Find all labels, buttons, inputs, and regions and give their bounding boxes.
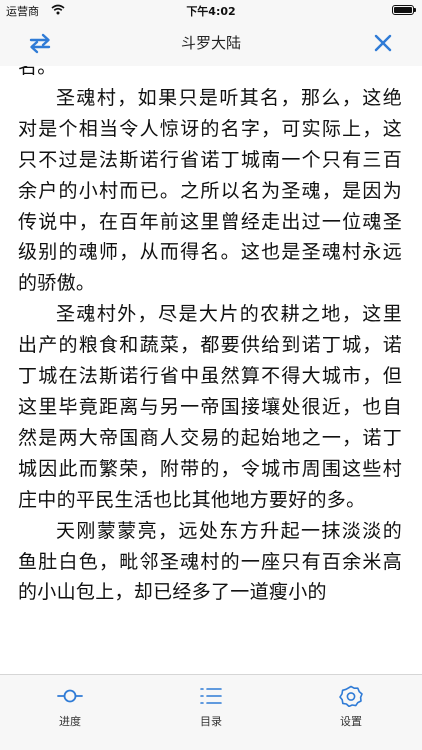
nav-bar: 斗罗大陆 (0, 20, 422, 66)
text-fragment: 名。 (18, 66, 57, 78)
progress-slider-icon (57, 685, 83, 707)
chapter-text: 名。 圣魂村，如果只是听其名，那么，这绝对是个相当令人惊讶的名字，可实际上，这只… (18, 66, 402, 608)
status-bar: 运营商 下午4:02 (0, 0, 422, 20)
gear-icon (338, 685, 364, 708)
tab-progress[interactable]: 进度 (30, 685, 110, 735)
battery-icon (392, 5, 416, 15)
paragraph-3: 天刚蒙蒙亮，远处东方升起一抹淡淡的鱼肚白色，毗邻圣魂村的一座只有百余米高的小山包… (18, 519, 402, 604)
tab-settings[interactable]: 设置 (311, 685, 391, 735)
tab-bar: 进度 目录 设置 (0, 674, 422, 750)
list-icon (198, 685, 224, 707)
tab-progress-label: 进度 (59, 715, 81, 728)
close-icon[interactable] (370, 30, 396, 56)
tab-toc-label: 目录 (200, 715, 222, 728)
paragraph-1: 圣魂村，如果只是听其名，那么，这绝对是个相当令人惊讶的名字，可实际上，这只不过是… (18, 86, 402, 295)
paragraph-2: 圣魂村外，尽是大片的农耕之地，这里出产的粮食和蔬菜，都要供给到诺丁城，诺丁城在法… (18, 303, 402, 511)
status-time: 下午4:02 (186, 5, 236, 18)
tab-toc[interactable]: 目录 (171, 685, 251, 735)
tab-settings-label: 设置 (340, 715, 362, 728)
page-title: 斗罗大陆 (180, 34, 241, 52)
reader-content[interactable]: 名。 圣魂村，如果只是听其名，那么，这绝对是个相当令人惊讶的名字，可实际上，这只… (0, 66, 422, 674)
